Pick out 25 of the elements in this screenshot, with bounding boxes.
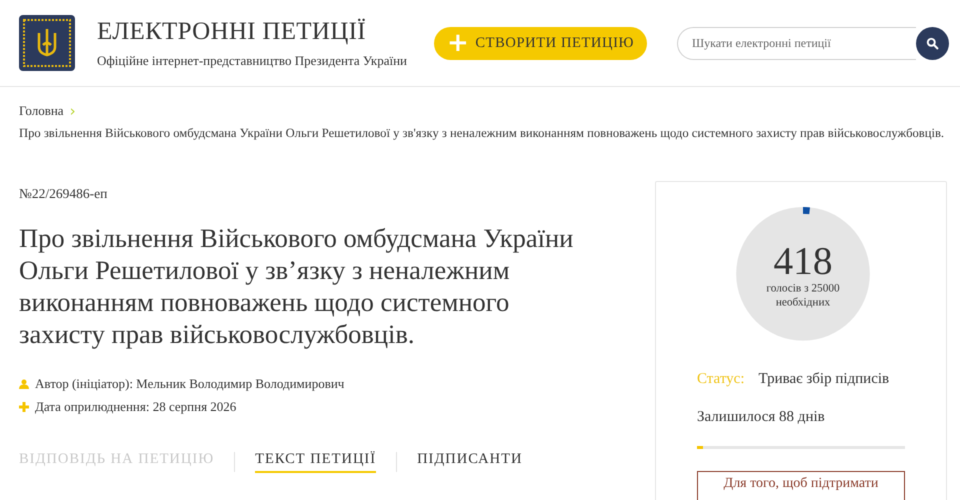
breadcrumb-current: Про звільнення Військового омбудсмана України Ольги Решетилової у зв'язку з неналежним виконанням повноважень щодо системного захисту прав військовослужбовців. xyxy=(19,126,941,141)
status-label: Статус: xyxy=(697,370,744,388)
site-subtitle: Офіційне інтернет-представництво Президента України xyxy=(97,53,408,69)
vote-caption: голосів з 25000 необхідних xyxy=(765,282,841,310)
status-value: Триває збір підписів xyxy=(758,370,890,388)
vote-count: 418 xyxy=(774,238,832,283)
meta-text: Автор (ініціатор): Мельник Володимир Володимирович xyxy=(35,376,344,392)
search-field[interactable]: Шукати електронні петиції xyxy=(677,26,916,60)
plus-icon xyxy=(19,402,29,412)
search-button[interactable] xyxy=(916,26,949,60)
petition-title: Про звільнення Військового омбудсмана України Ольги Решетилової у зв’язку з неналежним виконанням повноважень щодо системного захисту прав військовослужбовців. xyxy=(19,222,574,350)
petition-tab[interactable]: ПІДПИСАНТИ xyxy=(417,451,522,473)
plus-icon: + xyxy=(447,33,470,53)
site-title: ЕЛЕКТРОННІ ПЕТИЦІЇ xyxy=(97,17,367,47)
sign-note: Для того, щоб підтримати xyxy=(724,476,878,493)
petition-number: №22/269486-еп xyxy=(19,186,108,202)
chevron-icon: › xyxy=(70,104,76,118)
days-remaining: Залишилося 88 днів xyxy=(697,408,826,426)
meta-text: Дата оприлюднення: 28 серпня 2026 xyxy=(35,399,236,415)
person-icon xyxy=(19,379,29,389)
petition-tab[interactable]: ТЕКСТ ПЕТИЦІЇ xyxy=(255,451,376,473)
trident-logo-icon[interactable] xyxy=(19,15,75,71)
breadcrumb-link[interactable]: Головна xyxy=(19,103,64,119)
search-icon xyxy=(926,36,939,50)
create-petition-button[interactable]: + СТВОРИТИ ПЕТИЦІЮ xyxy=(434,26,648,60)
